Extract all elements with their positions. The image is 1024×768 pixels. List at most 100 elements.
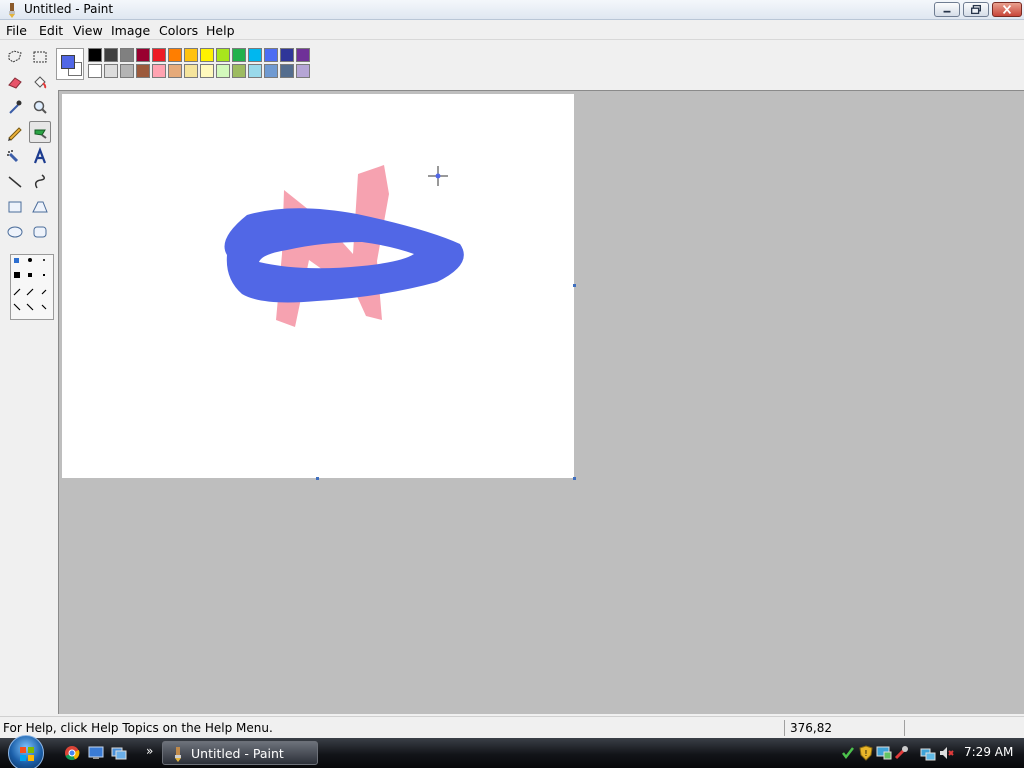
security-shield-icon[interactable]: ! bbox=[858, 745, 874, 761]
show-desktop-icon[interactable] bbox=[88, 745, 104, 761]
title-bar: Untitled - Paint bbox=[0, 0, 1024, 20]
switch-windows-icon[interactable] bbox=[111, 745, 127, 761]
rounded-rectangle-tool[interactable] bbox=[29, 221, 51, 243]
menu-view[interactable]: View bbox=[73, 23, 103, 38]
brush-options-panel[interactable] bbox=[10, 254, 54, 320]
brush-tool-icon bbox=[34, 129, 47, 139]
menu-edit[interactable]: Edit bbox=[39, 23, 63, 38]
foreground-color-swatch[interactable] bbox=[61, 55, 75, 69]
palette-swatch[interactable] bbox=[104, 64, 118, 78]
chrome-icon[interactable] bbox=[64, 745, 80, 761]
airbrush-tool[interactable] bbox=[4, 146, 26, 168]
palette-swatch[interactable] bbox=[280, 48, 294, 62]
brush-tool[interactable] bbox=[29, 121, 51, 143]
status-help-text: For Help, click Help Topics on the Help … bbox=[3, 721, 273, 735]
palette-swatch[interactable] bbox=[232, 48, 246, 62]
palette-swatch[interactable] bbox=[88, 64, 102, 78]
select-tool[interactable] bbox=[29, 46, 51, 68]
palette-swatch[interactable] bbox=[184, 64, 198, 78]
palette-swatch[interactable] bbox=[168, 48, 182, 62]
polygon-tool-icon bbox=[32, 201, 48, 213]
taskbar-clock: 7:29 AM bbox=[964, 745, 1014, 759]
menu-colors[interactable]: Colors bbox=[159, 23, 198, 38]
palette-swatch[interactable] bbox=[152, 64, 166, 78]
pick-color-tool-icon bbox=[9, 100, 22, 114]
fill-tool[interactable] bbox=[29, 71, 51, 93]
minimize-button[interactable] bbox=[934, 2, 960, 17]
curve-tool[interactable] bbox=[29, 171, 51, 193]
close-icon bbox=[1002, 5, 1012, 14]
minimize-icon bbox=[943, 10, 951, 13]
palette-swatch[interactable] bbox=[168, 64, 182, 78]
palette-swatch[interactable] bbox=[264, 64, 278, 78]
free-form-select-tool-icon bbox=[8, 50, 22, 63]
restore-icon bbox=[971, 4, 981, 15]
menu-bar: File Edit View Image Colors Help bbox=[0, 20, 1024, 40]
palette-swatch[interactable] bbox=[216, 64, 230, 78]
rectangle-tool[interactable] bbox=[4, 196, 26, 218]
resize-handle-right[interactable] bbox=[573, 284, 576, 287]
network-icon[interactable] bbox=[920, 745, 936, 761]
text-tool[interactable] bbox=[29, 146, 51, 168]
taskbar-paint-label: Untitled - Paint bbox=[191, 746, 284, 761]
palette-swatch[interactable] bbox=[120, 64, 134, 78]
palette-swatch[interactable] bbox=[264, 48, 278, 62]
restore-button[interactable] bbox=[963, 2, 989, 17]
airbrush-tool-icon bbox=[7, 150, 19, 163]
windows-logo-icon bbox=[20, 747, 34, 761]
free-form-select-tool[interactable] bbox=[4, 46, 26, 68]
monitor-tray-icon[interactable] bbox=[876, 745, 892, 761]
palette-swatch[interactable] bbox=[248, 64, 262, 78]
menu-image[interactable]: Image bbox=[111, 23, 150, 38]
resize-handle-bottom[interactable] bbox=[316, 477, 319, 480]
palette-swatch[interactable] bbox=[136, 64, 150, 78]
palette-swatch[interactable] bbox=[136, 48, 150, 62]
palette-swatch[interactable] bbox=[280, 64, 294, 78]
start-button[interactable] bbox=[8, 735, 44, 768]
magnifier-tool[interactable] bbox=[29, 96, 51, 118]
palette-swatch[interactable] bbox=[88, 48, 102, 62]
palette-swatch[interactable] bbox=[120, 48, 134, 62]
menu-file[interactable]: File bbox=[6, 23, 27, 38]
palette-swatch[interactable] bbox=[200, 48, 214, 62]
canvas-drawing bbox=[224, 165, 464, 327]
palette-swatch[interactable] bbox=[232, 64, 246, 78]
palette-swatch[interactable] bbox=[248, 48, 262, 62]
palette-swatch[interactable] bbox=[200, 64, 214, 78]
resize-handle-corner[interactable] bbox=[573, 477, 576, 480]
canvas-workspace bbox=[58, 90, 1024, 714]
eraser-tool-icon bbox=[8, 77, 22, 89]
eraser-tool[interactable] bbox=[4, 71, 26, 93]
status-separator bbox=[904, 720, 905, 736]
status-separator bbox=[784, 720, 785, 736]
curve-tool-icon bbox=[34, 174, 45, 189]
taskbar-paint-button[interactable]: Untitled - Paint bbox=[162, 741, 318, 765]
palette-swatch[interactable] bbox=[104, 48, 118, 62]
network-check-icon[interactable] bbox=[840, 745, 856, 761]
ellipse-tool[interactable] bbox=[4, 221, 26, 243]
quick-launch-more-icon[interactable]: » bbox=[146, 744, 153, 758]
tool-tray-icon[interactable] bbox=[894, 745, 910, 761]
status-bar: For Help, click Help Topics on the Help … bbox=[0, 716, 1024, 738]
drawing-canvas[interactable] bbox=[62, 94, 574, 478]
close-button[interactable] bbox=[992, 2, 1022, 17]
text-tool-icon bbox=[33, 146, 47, 164]
palette-swatch[interactable] bbox=[184, 48, 198, 62]
rounded-rectangle-tool-icon bbox=[33, 226, 47, 238]
rectangle-tool-icon bbox=[8, 201, 22, 213]
palette-swatch[interactable] bbox=[216, 48, 230, 62]
line-tool[interactable] bbox=[4, 171, 26, 193]
palette-swatch[interactable] bbox=[152, 48, 166, 62]
pencil-tool-icon bbox=[8, 127, 22, 141]
volume-muted-icon[interactable] bbox=[938, 745, 954, 761]
palette-swatch[interactable] bbox=[296, 48, 310, 62]
color-palette bbox=[56, 48, 312, 82]
polygon-tool[interactable] bbox=[29, 196, 51, 218]
select-tool-icon bbox=[33, 51, 47, 63]
palette-swatch[interactable] bbox=[296, 64, 310, 78]
pencil-tool[interactable] bbox=[4, 121, 26, 143]
pick-color-tool[interactable] bbox=[4, 96, 26, 118]
taskbar: » Untitled - Paint ! 7:29 AM bbox=[0, 735, 1024, 768]
current-colors-box[interactable] bbox=[56, 48, 84, 80]
menu-help[interactable]: Help bbox=[206, 23, 235, 38]
